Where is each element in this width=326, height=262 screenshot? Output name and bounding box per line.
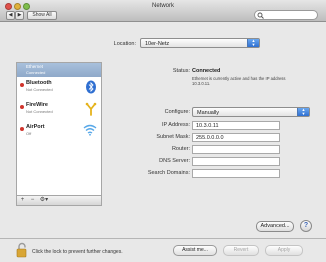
service-status: Not Connected	[26, 87, 53, 92]
add-service-button[interactable]: +	[18, 197, 27, 205]
configure-label: Configure:	[164, 109, 190, 115]
router-label: Router:	[171, 146, 190, 152]
service-item-firewire[interactable]: FireWire Not Connected	[17, 99, 101, 119]
lock-icon[interactable]	[16, 242, 28, 258]
ip-address-field[interactable]: 10.3.0.11	[192, 121, 280, 130]
back-button[interactable]: ◀	[6, 11, 15, 20]
search-icon	[257, 12, 264, 19]
search-domains-label: Search Domains:	[147, 170, 190, 176]
network-preferences-window: Network ◀ ▶ Show All Location: 10er-Netz…	[0, 0, 326, 262]
dns-server-label: DNS Server:	[159, 158, 190, 164]
status-dot	[20, 105, 24, 109]
location-value: 10er-Netz	[145, 41, 170, 47]
footer-divider	[0, 238, 326, 239]
configure-value: Manually	[197, 110, 220, 116]
location-label: Location:	[113, 41, 136, 47]
service-item-airport[interactable]: AirPort Off	[17, 121, 101, 141]
location-select[interactable]: 10er-Netz ▲ ▼	[140, 38, 260, 48]
assist-me-button[interactable]: Assist me...	[173, 245, 217, 256]
remove-service-button[interactable]: −	[28, 197, 37, 205]
status-value: Connected	[192, 68, 221, 74]
service-name: AirPort	[26, 124, 45, 130]
lock-message: Click the lock to prevent further change…	[32, 249, 123, 255]
service-name: Bluetooth	[26, 80, 52, 86]
show-all-button[interactable]: Show All	[27, 11, 57, 20]
subnet-mask-field[interactable]: 255.0.0.0.0	[192, 133, 280, 142]
advanced-button[interactable]: Advanced...	[256, 221, 294, 232]
window-title: Network	[151, 3, 174, 9]
service-name: Ethernet	[26, 64, 44, 69]
search-domains-field[interactable]	[192, 169, 280, 178]
gear-menu-button[interactable]: ⚙▾	[38, 197, 50, 205]
help-button[interactable]: ?	[300, 220, 312, 232]
forward-button[interactable]: ▶	[15, 11, 24, 20]
service-status: Off	[26, 131, 32, 136]
subnet-mask-value: 255.0.0.0.0	[196, 135, 224, 141]
router-field[interactable]	[192, 145, 280, 154]
wifi-icon	[83, 124, 97, 136]
subnet-mask-label: Subnet Mask:	[156, 134, 190, 140]
revert-button[interactable]: Revert	[223, 245, 259, 256]
search-input[interactable]	[254, 10, 318, 20]
dns-server-field[interactable]	[192, 157, 280, 166]
title-bar: Network ◀ ▶ Show All	[0, 0, 326, 22]
service-status: Connected	[26, 70, 46, 75]
ip-address-value: 10.3.0.11	[196, 123, 219, 129]
status-description: Ethernet is currently active and has the…	[192, 76, 286, 86]
service-status: Not Connected	[26, 109, 53, 114]
service-list-toolbar: + − ⚙▾	[16, 196, 102, 206]
firewire-icon	[85, 102, 97, 116]
status-label: Status:	[172, 68, 190, 74]
bluetooth-icon	[86, 80, 96, 94]
service-item-ethernet[interactable]: Ethernet Connected	[17, 63, 101, 77]
status-dot	[20, 127, 24, 131]
location-stepper-icon: ▲ ▼	[247, 39, 259, 47]
service-item-bluetooth[interactable]: Bluetooth Not Connected	[17, 77, 101, 97]
service-name: FireWire	[26, 102, 48, 108]
configure-stepper-icon: ▲ ▼	[297, 108, 309, 116]
ip-address-label: IP Address:	[161, 122, 190, 128]
status-dot	[20, 83, 24, 87]
configure-select[interactable]: Manually ▲ ▼	[192, 107, 310, 117]
service-list: Ethernet Connected Bluetooth Not Connect…	[16, 62, 102, 196]
apply-button[interactable]: Apply	[265, 245, 303, 256]
